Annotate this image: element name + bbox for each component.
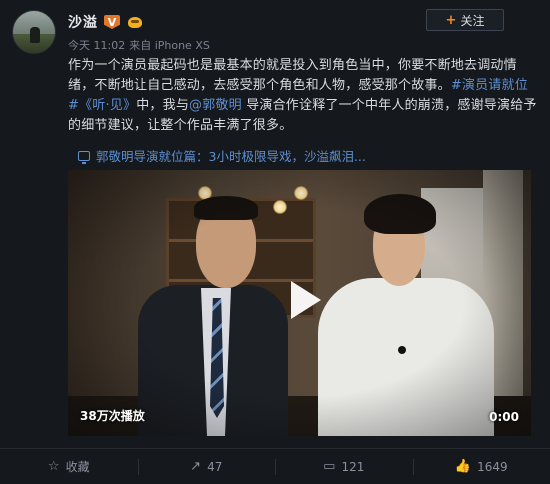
comment-button[interactable]: ▭ 121 xyxy=(275,449,413,484)
comment-icon: ▭ xyxy=(323,459,336,474)
post-line-3-text: 中，我与 xyxy=(136,98,190,113)
post-line-3: #《听·见》中，我与@郭敬明 导演合作诠释了一个中年人的崩溃，感谢导演给予 xyxy=(68,96,540,116)
post-line-2-text: 绪，不断地让自己感动，去感受那个角色和人物，感受那个故事。 xyxy=(68,78,451,93)
verified-badge-icon: V xyxy=(104,15,120,29)
like-button[interactable]: 👍 1649 xyxy=(412,449,550,484)
thumbs-up-icon: 👍 xyxy=(454,459,472,474)
follow-label: 关注 xyxy=(460,13,485,28)
follow-button[interactable]: + 关注 xyxy=(426,9,504,31)
mention-link[interactable]: @郭敬明 xyxy=(189,98,242,113)
post-line-3-text-b: 导演合作诠释了一个中年人的崩溃，感谢导演给予 xyxy=(241,98,537,113)
video-duration: 0:00 xyxy=(489,410,519,424)
post-meta: 今天 11:02 来自 iPhone XS xyxy=(68,37,210,53)
repost-button[interactable]: ↗ 47 xyxy=(137,449,276,484)
post-time[interactable]: 今天 11:02 xyxy=(68,37,125,53)
post-line-1: 作为一个演员最起码也是最基本的就是投入到角色当中，你要不断地去调动情 xyxy=(68,58,517,73)
play-count: 38万次播放 xyxy=(80,409,145,423)
video-title-link[interactable]: 郭敬明导演就位篇：3小时极限导戏，沙溢飙泪... xyxy=(78,146,366,165)
user-avatar[interactable] xyxy=(12,10,56,54)
favorite-button[interactable]: ☆ 收藏 xyxy=(0,449,138,484)
star-icon: ☆ xyxy=(47,459,60,474)
repost-icon: ↗ xyxy=(190,459,202,474)
video-icon xyxy=(78,150,90,164)
name-row: 沙溢 V xyxy=(68,12,144,32)
post-line-2: 绪，不断地让自己感动，去感受那个角色和人物，感受那个故事。#演员请就位 xyxy=(68,76,540,96)
video-title: 郭敬明导演就位篇：3小时极限导戏，沙溢飙泪... xyxy=(96,149,366,164)
weibo-post-card: 沙溢 V 今天 11:02 来自 iPhone XS + 关注 作为一个演员最起… xyxy=(0,0,550,484)
post-text: 作为一个演员最起码也是最基本的就是投入到角色当中，你要不断地去调动情 绪，不断地… xyxy=(68,56,540,136)
post-source: 来自 iPhone XS xyxy=(129,39,210,52)
repost-count: 47 xyxy=(207,459,223,474)
hashtag-link[interactable]: #演员请就位 xyxy=(451,78,528,93)
plus-icon: + xyxy=(445,12,457,28)
play-button-icon[interactable] xyxy=(286,280,326,320)
like-count: 1649 xyxy=(477,459,508,474)
username[interactable]: 沙溢 xyxy=(68,12,98,32)
avatar-figure xyxy=(30,27,40,43)
hashtag-link-2[interactable]: #《听·见》 xyxy=(68,98,136,113)
action-bar: ☆ 收藏 ↗ 47 ▭ 121 👍 1649 xyxy=(0,448,550,484)
comment-count: 121 xyxy=(341,459,365,474)
member-crown-icon xyxy=(126,15,144,29)
video-player[interactable]: 38万次播放 0:00 xyxy=(68,170,531,436)
post-line-4: 的细节建议，让整个作品丰满了很多。 xyxy=(68,118,293,133)
favorite-label: 收藏 xyxy=(65,460,90,474)
